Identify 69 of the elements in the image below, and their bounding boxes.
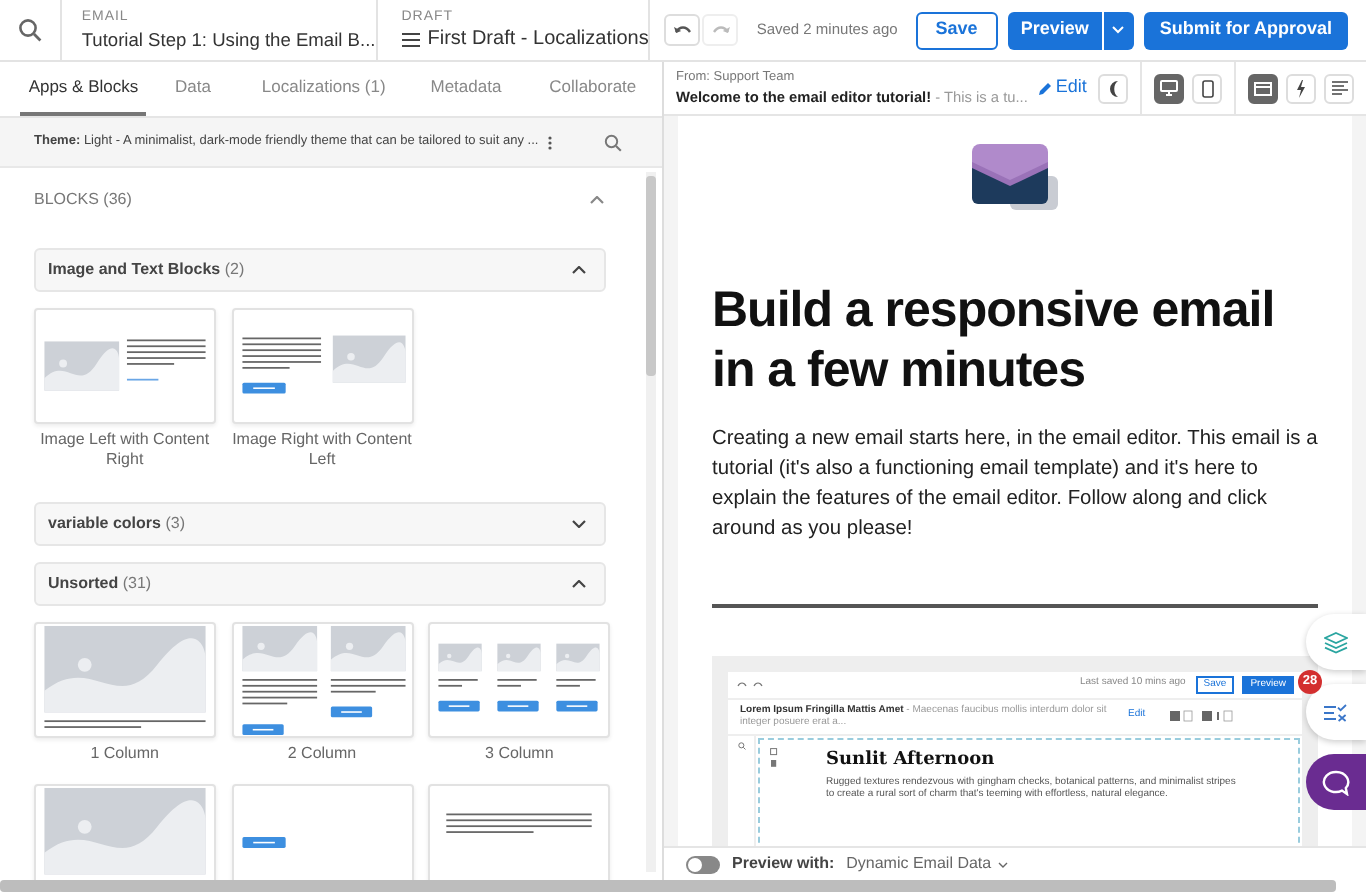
layout-icon [1254,81,1273,95]
tab[interactable]: Data [146,62,240,116]
block-thumbnail[interactable] [231,784,413,880]
block-thumbnail[interactable] [33,622,216,738]
bolt-icon [1296,79,1307,97]
accordion-header[interactable]: Image and Text Blocks (2) [34,248,606,292]
menu-icon [401,31,420,47]
bolt-button[interactable] [1286,73,1317,103]
accordion-header[interactable]: Unsorted (31) [34,562,606,606]
block-thumbnail[interactable] [231,308,413,424]
block-name: 3 Column [483,744,556,764]
undo-redo-icon [736,680,764,689]
undo-icon [673,24,692,36]
email-title: Tutorial Step 1: Using the Email B... [81,27,376,53]
block-layout-drawing [241,837,285,848]
block-thumbnail[interactable] [428,622,611,738]
monitor-icon [1160,80,1179,96]
desktop-view-button[interactable] [1154,73,1185,103]
checklist-button[interactable] [1306,684,1366,740]
scrollbar-thumb[interactable] [0,880,1336,892]
submit-button[interactable]: Submit for Approval [1143,11,1348,49]
email-body-text: Creating a new email starts here, in the email editor. This email is a tutorial (it's also a functioning email template) and it's here to explain the features of the email editor. Follow along and click around as you please! [712,426,1318,544]
block-thumbnail[interactable] [33,784,216,880]
undo-button[interactable] [664,14,701,46]
embedded-heading: Sunlit Afternoon [826,749,995,772]
block-name: Image Right with Content Left [231,430,413,470]
draft-title: First Draft - Localizations [427,25,649,53]
layers-button[interactable] [1306,614,1366,670]
caret-icon [997,861,1008,867]
more-options-icon[interactable] [546,133,555,151]
section-heading: BLOCKS (36) [34,188,132,212]
edit-button[interactable]: Edit [1037,74,1087,102]
mobile-view-button[interactable] [1192,73,1223,103]
preview-button[interactable]: Preview [1007,11,1102,49]
checklist-icon [1324,703,1348,721]
collapse-icon[interactable] [590,196,604,204]
block-name: Image Left with Content Right [38,430,212,470]
chat-button[interactable] [1306,754,1366,810]
layout-button[interactable] [1248,73,1279,103]
dark-mode-button[interactable] [1098,73,1129,103]
block-tools-icon [770,747,778,768]
block-thumbnail[interactable] [33,308,216,424]
tab[interactable]: Metadata [408,62,524,116]
envelope-logo-icon [969,144,1061,212]
layers-icon [1324,631,1348,653]
phone-icon [1201,79,1214,97]
pencil-icon [1037,81,1052,95]
caret-icon [1112,26,1125,34]
search-icon [737,741,745,750]
moon-icon [1106,79,1121,97]
block-thumbnail[interactable] [428,784,611,880]
tab[interactable]: Collaborate [523,62,663,116]
search-icon[interactable] [604,133,622,151]
text-view-button[interactable] [1324,73,1355,103]
redo-icon [711,24,730,36]
search-icon [17,18,42,42]
accordion-header[interactable]: variable colors (3) [34,502,606,546]
scrollbar-thumb[interactable] [646,176,656,376]
block-name: 2 Column [285,744,359,764]
save-button[interactable]: Save [915,11,998,49]
email-heading: Build a responsive email in a few minutes [712,280,1277,400]
preview-data-label: Preview with: [732,852,835,876]
data-source-dropdown[interactable]: Dynamic Email Data [846,852,1008,876]
preview-toggle[interactable] [686,855,720,873]
block-name: 1 Column [88,744,161,764]
preview-menu-button[interactable] [1103,11,1134,49]
text-lines-icon [1331,80,1348,96]
chat-icon [1322,769,1350,795]
tab[interactable]: Localizations (1) [239,62,409,116]
